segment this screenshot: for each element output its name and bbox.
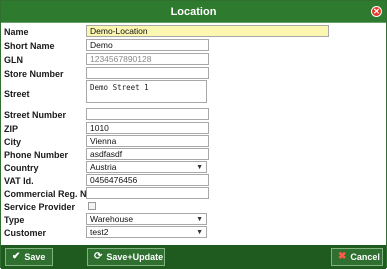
dialog-title: Location	[170, 5, 217, 18]
street-label: Street	[4, 89, 30, 99]
chevron-down-icon: ▼	[196, 216, 203, 223]
type-select[interactable]: Warehouse ▼	[86, 213, 207, 225]
dialog-titlebar[interactable]: Location ✕	[1, 1, 386, 23]
chevron-down-icon: ▼	[196, 164, 203, 171]
save-button-label: Save	[24, 252, 46, 262]
zip-field[interactable]: 1010	[86, 122, 209, 134]
store-number-field[interactable]	[86, 67, 209, 79]
save-button[interactable]: ✔ Save	[5, 248, 53, 266]
gln-label: GLN	[4, 55, 23, 65]
location-form: Name Demo-Location Short Name Demo GLN 1…	[1, 23, 386, 245]
short-name-label: Short Name	[4, 41, 55, 51]
city-field[interactable]: Vienna	[86, 135, 209, 147]
customer-label: Customer	[4, 228, 47, 238]
zip-label: ZIP	[4, 124, 19, 134]
phone-number-field[interactable]: asdfasdf	[86, 148, 209, 160]
store-number-label: Store Number	[4, 69, 64, 79]
short-name-field[interactable]: Demo	[86, 39, 209, 51]
cancel-icon: ✖	[338, 251, 347, 262]
service-provider-label: Service Provider	[4, 202, 76, 212]
vat-id-label: VAT Id.	[4, 176, 34, 186]
customer-select[interactable]: test2 ▼	[86, 226, 207, 238]
dialog-footer: ✔ Save ⟳ Save+Update ✖ Cancel	[1, 245, 386, 269]
country-label: Country	[4, 163, 39, 173]
gln-field[interactable]: 1234567890128	[86, 53, 209, 65]
save-update-button-label: Save+Update	[106, 252, 164, 262]
service-provider-checkbox[interactable]	[88, 202, 96, 210]
country-select[interactable]: Austria ▼	[86, 161, 207, 173]
close-icon[interactable]: ✕	[371, 6, 382, 17]
commercial-reg-field[interactable]	[86, 187, 209, 199]
city-label: City	[4, 137, 22, 147]
type-label: Type	[4, 215, 25, 225]
phone-number-label: Phone Number	[4, 150, 69, 160]
name-label: Name	[4, 27, 29, 37]
street-number-label: Street Number	[4, 110, 67, 120]
cancel-button[interactable]: ✖ Cancel	[331, 248, 383, 266]
cancel-button-label: Cancel	[350, 252, 380, 262]
name-field[interactable]: Demo-Location	[86, 25, 329, 37]
vat-id-field[interactable]: 0456476456	[86, 174, 209, 186]
street-number-field[interactable]	[86, 108, 209, 120]
check-icon: ✔	[12, 251, 21, 262]
type-select-value: Warehouse	[90, 214, 134, 224]
street-textarea[interactable]: Demo Street 1	[86, 80, 207, 103]
customer-select-value: test2	[90, 227, 109, 237]
save-update-button[interactable]: ⟳ Save+Update	[87, 248, 165, 266]
location-dialog: Location ✕ Name Demo-Location Short Name…	[0, 0, 387, 269]
chevron-down-icon: ▼	[196, 229, 203, 236]
refresh-icon: ⟳	[94, 251, 103, 262]
country-select-value: Austria	[90, 162, 117, 172]
commercial-reg-label: Commercial Reg. No.	[4, 189, 95, 199]
